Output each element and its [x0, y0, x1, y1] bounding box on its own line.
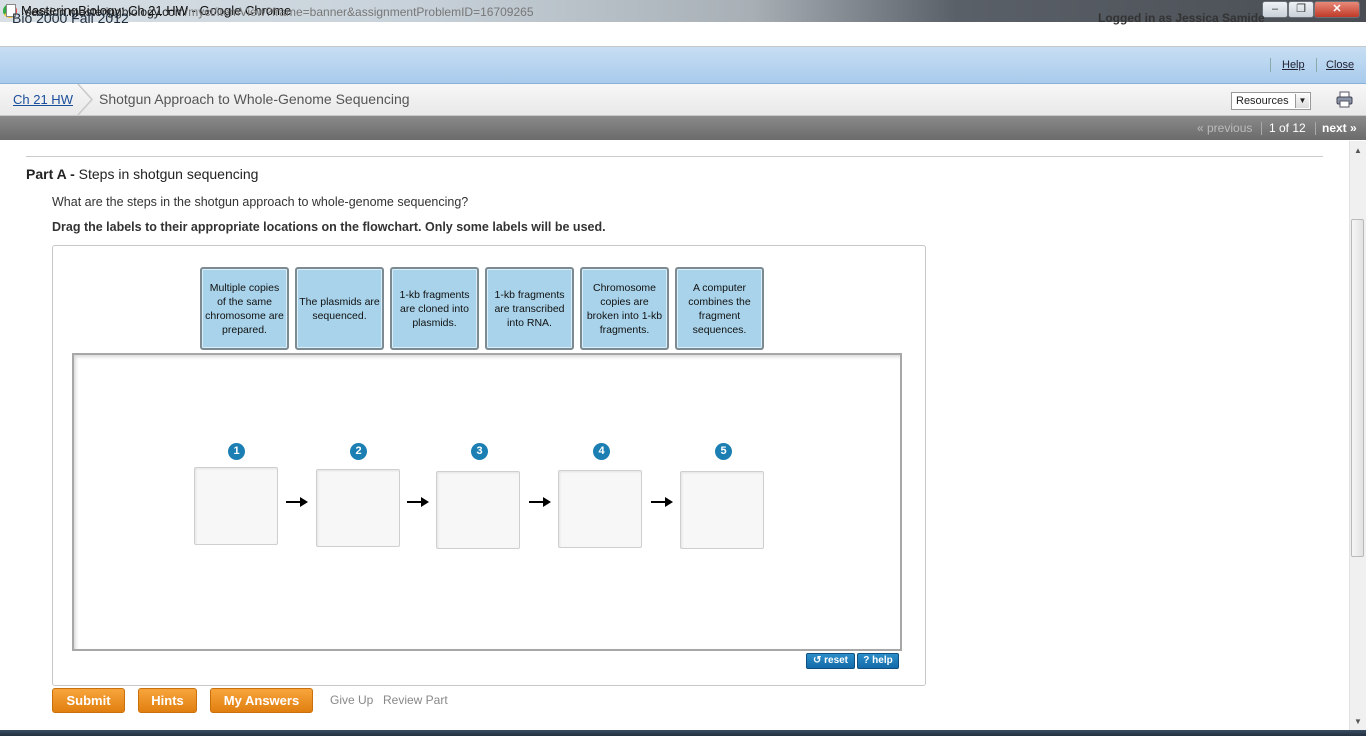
submit-button[interactable]: Submit: [52, 688, 125, 713]
drop-target-step-5[interactable]: [680, 471, 764, 549]
close-link[interactable]: Close: [1326, 59, 1354, 71]
step-badge: 5: [715, 443, 732, 460]
divider: [1315, 122, 1316, 135]
divider: [1270, 58, 1271, 72]
part-title: Steps in shotgun sequencing: [78, 166, 259, 182]
scrollbar-thumb[interactable]: [1351, 219, 1364, 557]
step-badge: 4: [593, 443, 610, 460]
hints-button[interactable]: Hints: [138, 688, 197, 713]
drop-target-step-1[interactable]: [194, 467, 278, 545]
step-badge: 3: [471, 443, 488, 460]
problem-count: 1 of 12: [1269, 121, 1306, 135]
chevron-down-icon: ▼: [1295, 94, 1309, 108]
part-label: Part A -: [26, 166, 75, 182]
address-bar[interactable]: [0, 22, 1366, 47]
course-header: [0, 47, 1366, 84]
reset-button[interactable]: ↺ reset: [806, 653, 855, 669]
arrow-right-icon: [529, 497, 551, 507]
divider: [1261, 122, 1262, 135]
drop-target-step-3[interactable]: [436, 471, 520, 549]
next-link[interactable]: next »: [1322, 121, 1357, 135]
arrow-right-icon: [286, 497, 308, 507]
printer-icon[interactable]: [1336, 91, 1353, 108]
draggable-label[interactable]: 1-kb fragments are cloned into plasmids.: [390, 267, 479, 350]
resources-select[interactable]: Resources ▼: [1231, 92, 1311, 110]
question-text: What are the steps in the shotgun approa…: [52, 195, 469, 209]
chevron-right-icon: [77, 84, 94, 115]
draggable-label[interactable]: A computer combines the fragment sequenc…: [675, 267, 764, 350]
draggable-label[interactable]: Chromosome copies are broken into 1-kb f…: [580, 267, 669, 350]
step-badge: 2: [350, 443, 367, 460]
assignment-link[interactable]: Ch 21 HW: [13, 92, 73, 107]
maximize-button[interactable]: ❐: [1288, 1, 1314, 18]
arrow-right-icon: [651, 497, 673, 507]
review-part-link[interactable]: Review Part: [383, 693, 448, 707]
drop-target-step-4[interactable]: [558, 470, 642, 548]
logged-in-user: Logged in as Jessica Samide: [1098, 11, 1265, 25]
instruction-text: Drag the labels to their appropriate loc…: [52, 220, 606, 234]
draggable-label[interactable]: Multiple copies of the same chromosome a…: [200, 267, 289, 350]
close-window-button[interactable]: ✕: [1314, 1, 1360, 18]
course-title: Bio 2000 Fall 2012: [12, 10, 129, 26]
minimize-button[interactable]: –: [1262, 1, 1288, 18]
give-up-link[interactable]: Give Up: [330, 693, 373, 707]
scroll-down-icon[interactable]: ▼: [1352, 717, 1364, 727]
page-title: Shotgun Approach to Whole-Genome Sequenc…: [99, 91, 410, 107]
divider: [26, 156, 1323, 157]
my-answers-button[interactable]: My Answers: [210, 688, 313, 713]
divider: [1316, 58, 1317, 72]
scroll-up-icon[interactable]: ▲: [1352, 146, 1364, 156]
previous-link[interactable]: « previous: [1197, 121, 1252, 135]
step-badge: 1: [228, 443, 245, 460]
problem-navigation-bar: « previous 1 of 12 next »: [0, 116, 1366, 140]
help-link[interactable]: Help: [1282, 59, 1305, 71]
url-path: /myct/itemView?frame=banner&assignmentPr…: [184, 5, 534, 19]
widget-help-button[interactable]: ? help: [857, 653, 899, 669]
draggable-label[interactable]: 1-kb fragments are transcribed into RNA.: [485, 267, 574, 350]
part-heading: Part A - Steps in shotgun sequencing: [26, 166, 258, 182]
draggable-label[interactable]: The plasmids are sequenced.: [295, 267, 384, 350]
drop-target-step-2[interactable]: [316, 469, 400, 547]
resources-label: Resources: [1236, 95, 1289, 107]
os-taskbar: [0, 730, 1366, 736]
arrow-right-icon: [407, 497, 429, 507]
